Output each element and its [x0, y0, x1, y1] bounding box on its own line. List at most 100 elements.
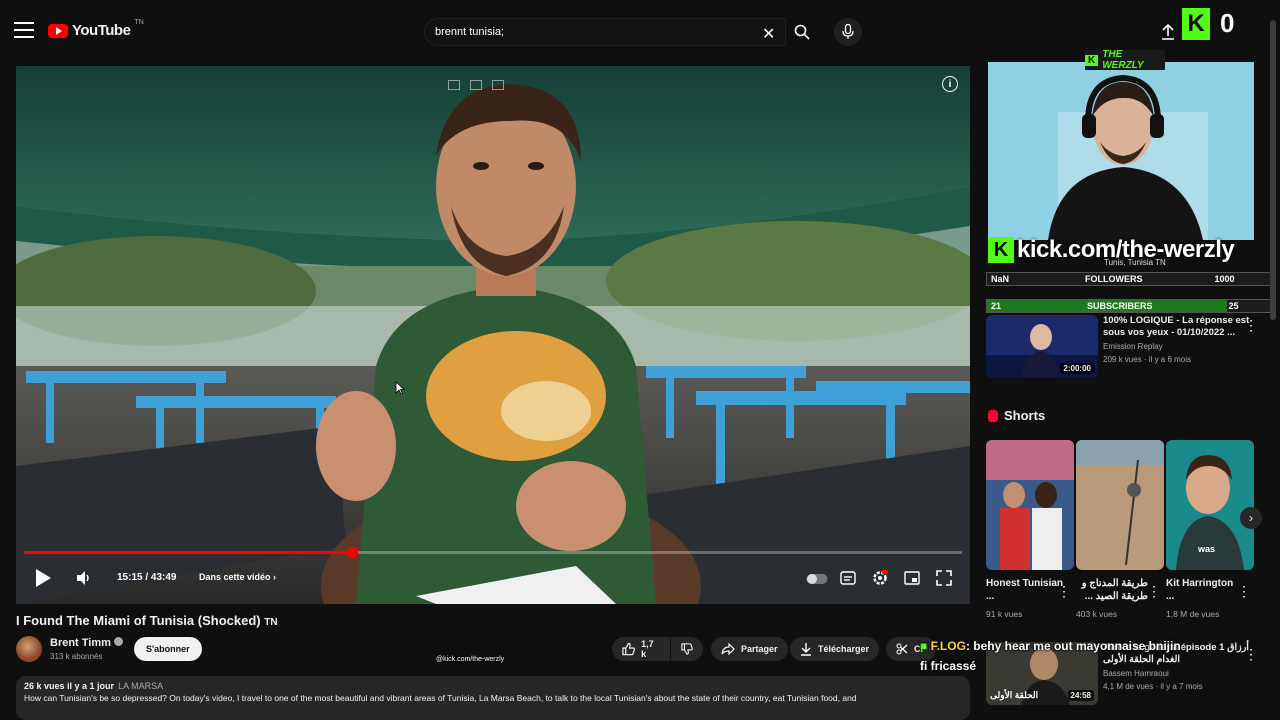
channel-name-link[interactable]: Brent Timm	[50, 637, 123, 649]
download-label: Télécharger	[818, 644, 870, 654]
followers-goal: 1000	[1214, 274, 1235, 284]
overlay-small-url: @kick.com/the-werzly	[436, 656, 505, 663]
short-thumbnail[interactable]: was	[1166, 440, 1254, 570]
subscribers-left: 21	[991, 301, 1002, 311]
player-overlay-icons	[448, 80, 504, 90]
recommendation-meta: 4,1 M de vues · il y a 7 mois	[1103, 682, 1203, 691]
youtube-logo[interactable]: YouTube TN	[48, 19, 144, 39]
logo-country: TN	[134, 19, 144, 26]
search-button[interactable]	[786, 18, 818, 46]
progress-fill	[24, 551, 353, 554]
more-actions-icon[interactable]	[1147, 583, 1155, 597]
settings-icon[interactable]	[872, 570, 888, 591]
short-title[interactable]: Honest Tunisian ...	[986, 577, 1064, 603]
shorts-header: Shorts	[988, 408, 1045, 423]
share-button[interactable]: Partager	[711, 637, 788, 661]
stream-banner-text: THE WERZLY	[1102, 49, 1144, 71]
scissors-icon	[896, 643, 908, 655]
mic-icon	[842, 24, 854, 39]
short-title[interactable]: طريقة المدناج و طريقة الصيد ...	[1076, 577, 1148, 603]
description-text: How can Tunisian's be so depressed? On t…	[24, 693, 857, 703]
play-icon[interactable]	[34, 568, 52, 593]
shorts-next-icon[interactable]: ›	[1240, 507, 1262, 529]
video-title-flag: TN	[264, 617, 278, 628]
search-box	[424, 18, 786, 46]
subscriber-count: 313 k abonnés	[50, 652, 103, 661]
verified-icon	[113, 637, 123, 646]
time-display: 15:15 / 43:49	[117, 572, 177, 583]
channel-avatar[interactable]	[16, 636, 42, 662]
like-count: 1,7 k	[641, 639, 654, 659]
subscribe-button[interactable]: S'abonner	[134, 637, 202, 661]
info-icon[interactable]: i	[942, 76, 958, 92]
kick-icon: K	[988, 237, 1014, 263]
share-icon	[721, 643, 735, 655]
recommendation-meta: 209 k vues · il y a 6 mois	[1103, 355, 1192, 364]
video-player[interactable]: i 15:15 / 43:49 Dans cette vidéo ›	[16, 66, 970, 604]
volume-icon[interactable]	[76, 570, 92, 591]
video-title-text: I Found The Miami of Tunisia (Shocked)	[16, 613, 261, 628]
chat-message-continued: fi fricassé	[920, 659, 977, 673]
recommendation-thumbnail[interactable]: 2:00:00	[986, 315, 1098, 378]
search-icon	[794, 24, 810, 40]
dislike-button[interactable]	[671, 637, 703, 661]
streamer-webcam	[988, 62, 1254, 240]
miniplayer-icon[interactable]	[904, 571, 920, 590]
shorts-icon	[988, 409, 998, 422]
download-button[interactable]: Télécharger	[790, 637, 880, 661]
recommendation-item[interactable]: 2:00:00 100% LOGIQUE - La réponse est so…	[986, 315, 1276, 379]
thumbnail-text: الحلقة الأولى	[990, 690, 1039, 700]
video-frame	[16, 66, 970, 604]
progress-bar[interactable]	[24, 547, 962, 558]
subscribers-label: SUBSCRIBERS	[1087, 301, 1153, 311]
more-actions-icon[interactable]	[1057, 583, 1065, 597]
more-actions-icon[interactable]	[1244, 317, 1252, 331]
short-thumbnail[interactable]	[1076, 440, 1164, 570]
location-tag[interactable]: LA MARSA	[118, 681, 163, 691]
chapter-button[interactable]: Dans cette vidéo ›	[199, 572, 276, 582]
short-views: 403 k vues	[1076, 609, 1118, 619]
description-box[interactable]: 26 k vues il y a 1 jour LA MARSA How can …	[16, 676, 970, 720]
views-date: 26 k vues il y a 1 jour	[24, 681, 115, 691]
webcam-frame	[988, 62, 1254, 240]
chat-badge-icon: ■	[920, 639, 928, 653]
subscribers-goal: 25	[1228, 301, 1239, 311]
thumbs-up-icon	[622, 642, 635, 656]
followers-left: NaN	[991, 274, 1010, 284]
logo-text: YouTube	[72, 22, 131, 39]
mouse-cursor-icon	[395, 381, 405, 395]
youtube-play-icon	[48, 23, 68, 38]
autoplay-toggle[interactable]	[806, 572, 828, 590]
page-scrollbar[interactable]	[1270, 20, 1276, 320]
recommendation-channel: Bassem Hamraoui	[1103, 669, 1169, 678]
kick-logo-icon	[1182, 8, 1210, 40]
search-input[interactable]	[435, 26, 755, 38]
more-actions-icon[interactable]	[1244, 646, 1252, 660]
followers-bar: NaN FOLLOWERS 1000	[986, 272, 1274, 286]
chapter-label: Dans cette vidéo	[199, 572, 271, 582]
download-icon	[801, 643, 811, 656]
recommendation-title: 100% LOGIQUE - La réponse est sous vos y…	[1103, 315, 1250, 338]
channel-name: Brent Timm	[50, 637, 111, 649]
video-title: I Found The Miami of Tunisia (Shocked) T…	[16, 613, 278, 628]
stream-zero-badge: 0	[1220, 8, 1235, 38]
fullscreen-icon[interactable]	[936, 570, 952, 591]
chat-message: ■ F.LOG: behy hear me out mayonnaise bni…	[920, 639, 1181, 653]
shorts-heading: Shorts	[1004, 408, 1046, 423]
more-actions-icon[interactable]	[1237, 583, 1245, 597]
share-label: Partager	[741, 644, 778, 654]
upload-icon[interactable]	[1158, 22, 1178, 42]
player-controls: 15:15 / 43:49 Dans cette vidéo ›	[16, 564, 970, 594]
short-views: 91 k vues	[986, 609, 1023, 619]
short-thumbnail[interactable]	[986, 440, 1074, 570]
short-views: 1,8 M de vues	[1166, 609, 1220, 619]
thumbs-down-icon	[681, 643, 693, 655]
clear-icon[interactable]: ✕	[762, 24, 775, 44]
subtitles-icon[interactable]	[840, 571, 856, 590]
voice-search-button[interactable]	[834, 18, 862, 46]
like-button[interactable]: 1,7 k	[612, 637, 670, 661]
short-title[interactable]: Kit Harrington ...	[1166, 577, 1244, 603]
menu-icon[interactable]	[14, 22, 34, 40]
chat-username: F.LOG	[930, 639, 966, 653]
chat-text: : behy hear me out mayonnaise bnijin	[965, 639, 1181, 653]
